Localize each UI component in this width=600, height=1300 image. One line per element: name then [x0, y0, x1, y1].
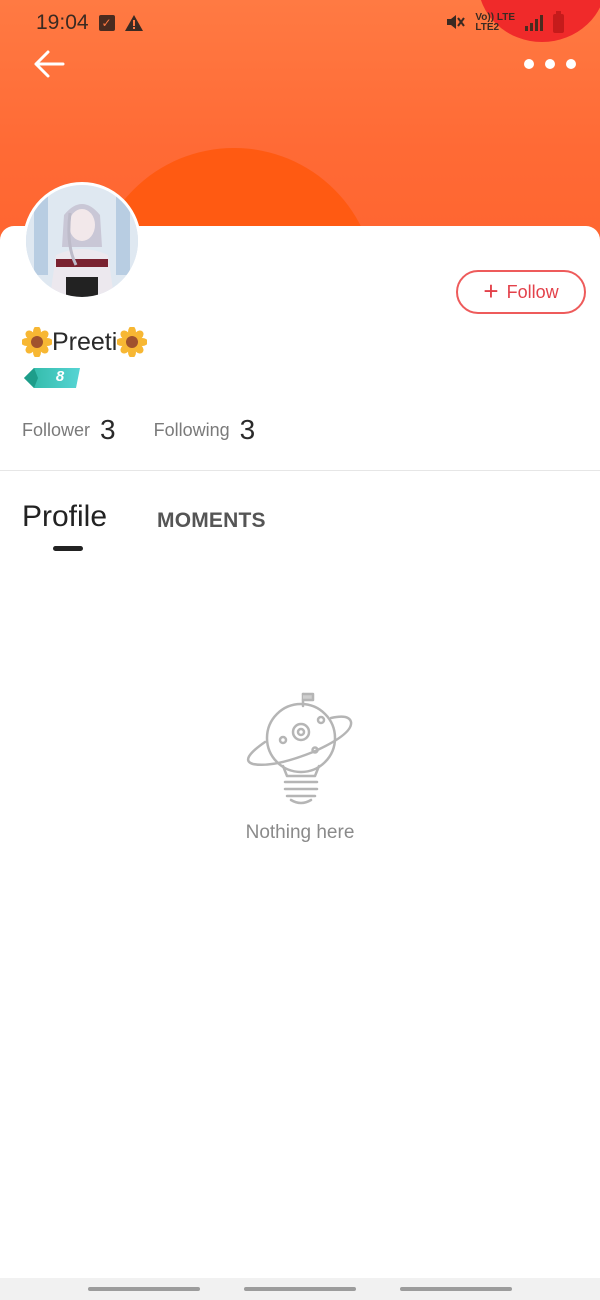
- profile-name-text: Preeti: [52, 327, 118, 356]
- tab-profile[interactable]: Profile: [22, 500, 107, 534]
- active-tab-indicator: [53, 546, 83, 551]
- following-count: 3: [239, 414, 256, 445]
- following-stat[interactable]: Following 3: [154, 414, 256, 446]
- follower-label: Follower: [22, 419, 91, 440]
- warning-icon: [124, 15, 143, 31]
- follow-stats: Follower 3 Following 3: [22, 410, 293, 450]
- tab-moments[interactable]: MOMENTS: [157, 509, 266, 533]
- nav-handle-center[interactable]: [244, 1287, 356, 1291]
- section-divider: [0, 470, 600, 471]
- network-indicator: Vo)) LTE LTE2: [475, 13, 515, 33]
- system-nav-bar: [0, 1278, 600, 1300]
- nav-handle-left[interactable]: [88, 1287, 200, 1291]
- profile-name: Preeti: [21, 324, 149, 360]
- network-line-2: LTE2: [475, 22, 500, 33]
- follow-button[interactable]: + Follow: [456, 270, 586, 314]
- avatar[interactable]: [23, 182, 141, 300]
- follow-button-label: Follow: [506, 281, 559, 302]
- planet-lightbulb-icon: [243, 690, 357, 806]
- sunflower-emoji-icon: [116, 326, 149, 358]
- status-time: 19:04: [36, 11, 89, 34]
- signal-icon: [525, 15, 543, 31]
- empty-state-text: Nothing here: [245, 822, 355, 843]
- level-badge: 8: [24, 367, 82, 389]
- back-arrow-icon[interactable]: [30, 46, 68, 82]
- follower-stat[interactable]: Follower 3: [22, 414, 116, 446]
- level-number: 8: [55, 368, 65, 385]
- checkbox-notification-icon: ✓: [98, 15, 115, 31]
- more-dots-icon[interactable]: [524, 50, 576, 78]
- nav-handle-right[interactable]: [400, 1287, 512, 1291]
- follower-count: 3: [100, 414, 116, 445]
- battery-icon: [553, 10, 564, 33]
- sunflower-emoji-icon: [21, 326, 53, 358]
- empty-state: Nothing here: [0, 690, 600, 860]
- mute-icon: [445, 13, 466, 34]
- following-label: Following: [153, 419, 230, 440]
- top-nav: [0, 40, 600, 88]
- plus-icon: +: [483, 276, 499, 306]
